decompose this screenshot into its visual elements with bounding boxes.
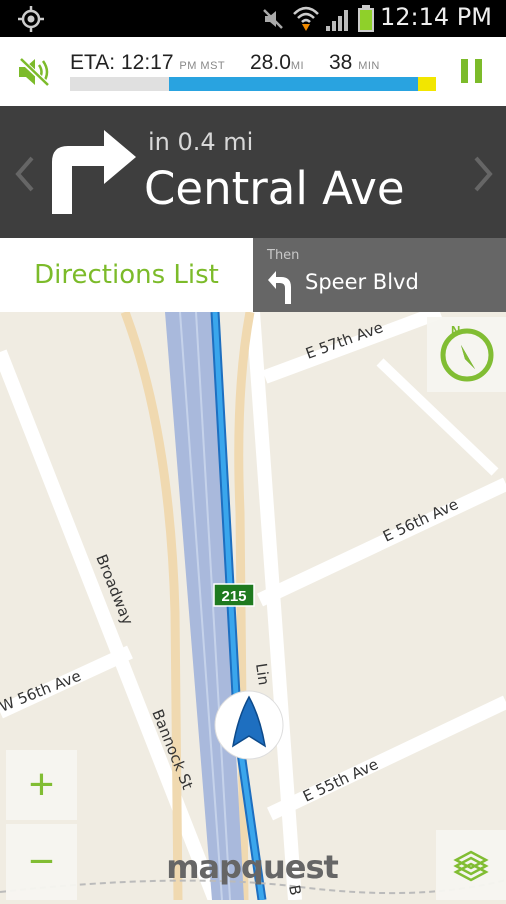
eta-bar: ETA: 12:17 PM MST 28.0MI 38 MIN <box>0 37 506 106</box>
eta-time: 12:17 <box>120 51 174 74</box>
clock: 12:14 PM <box>380 3 492 31</box>
chevron-right-icon[interactable] <box>472 154 496 194</box>
wifi-icon <box>293 6 319 31</box>
distance-readout: 28.0MI <box>250 51 304 75</box>
distance-value: 28.0 <box>250 51 291 74</box>
minutes-unit: MIN <box>358 60 380 72</box>
trip-progress-bar <box>70 77 436 91</box>
compass-button[interactable]: N <box>427 317 506 392</box>
mapquest-logo: mapquest <box>166 848 338 886</box>
highway-shield-text: 215 <box>221 588 246 605</box>
then-turn-panel[interactable]: Then Speer Blvd <box>253 238 506 312</box>
map-view[interactable]: 215 E 57th Ave E 56th Ave E 55th Ave W 5… <box>0 312 506 900</box>
zoom-in-button[interactable]: + <box>6 750 77 820</box>
trip-progress-fill <box>169 77 418 91</box>
label-lincoln: Lin <box>252 662 273 686</box>
directions-list-button[interactable]: Directions List <box>0 238 254 312</box>
next-street-name: Central Ave <box>144 162 405 215</box>
turn-right-arrow-icon <box>52 130 136 214</box>
eta-suffix: PM MST <box>179 60 226 72</box>
svg-text:N: N <box>451 323 460 338</box>
then-street-name: Speer Blvd <box>305 270 419 294</box>
turn-left-arrow-icon <box>268 271 291 304</box>
status-bar: 12:14 PM <box>0 0 506 37</box>
eta-readout: ETA: 12:17 PM MST <box>70 51 225 75</box>
zoom-out-button[interactable]: − <box>6 824 77 900</box>
volume-mute-icon[interactable] <box>17 56 53 88</box>
layers-icon <box>453 850 489 882</box>
minutes-readout: 38 MIN <box>329 51 380 75</box>
turn-instruction-panel: in 0.4 mi Central Ave <box>0 106 506 238</box>
current-location-marker <box>214 690 284 760</box>
eta-label: ETA: <box>70 51 116 74</box>
distance-unit: MI <box>290 60 305 72</box>
compass-icon: N <box>440 323 494 382</box>
signal-icon <box>326 10 348 31</box>
pause-icon[interactable] <box>459 58 485 84</box>
distance-to-turn: in 0.4 mi <box>148 128 254 156</box>
battery-icon <box>358 5 374 32</box>
minutes-value: 38 <box>329 51 353 74</box>
then-label: Then <box>267 248 300 263</box>
chevron-left-icon[interactable] <box>12 154 36 194</box>
gps-icon <box>18 6 44 32</box>
trip-progress-end <box>418 77 436 91</box>
layers-button[interactable] <box>436 830 506 900</box>
mute-icon <box>263 9 283 29</box>
